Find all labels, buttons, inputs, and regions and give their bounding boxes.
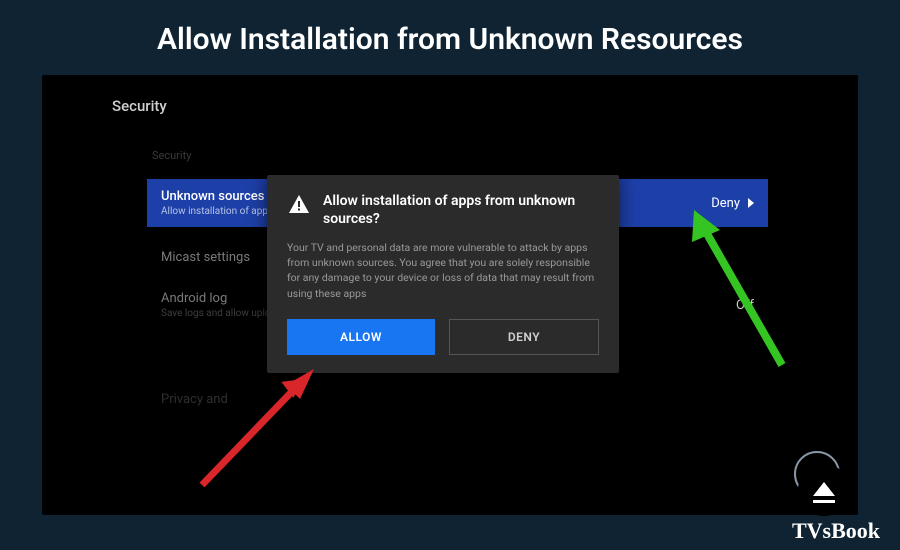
eject-icon — [798, 464, 850, 516]
allow-button[interactable]: ALLOW — [287, 319, 435, 355]
dialog-title: Allow installation of apps from unknown … — [323, 193, 599, 228]
security-section-label: Security — [152, 149, 191, 162]
row-micast-title: Micast settings — [161, 250, 250, 265]
unknown-sources-dialog: Allow installation of apps from unknown … — [267, 175, 619, 373]
row-privacy-title: Privacy and — [161, 392, 228, 407]
chevron-right-icon — [748, 198, 754, 208]
dialog-body: Your TV and personal data are more vulne… — [287, 240, 599, 301]
security-heading: Security — [112, 97, 167, 115]
row-unknown-value: Deny — [711, 196, 740, 211]
row-android-value: Off — [736, 298, 754, 313]
watermark: TVsBook — [792, 518, 880, 544]
row-privacy[interactable]: Privacy and — [147, 375, 768, 423]
page-title: Allow Installation from Unknown Resource… — [0, 0, 900, 75]
tv-screenshot-frame: Security Security Unknown sources Allow … — [42, 75, 858, 515]
warning-icon — [287, 193, 311, 217]
deny-button[interactable]: DENY — [449, 319, 599, 355]
